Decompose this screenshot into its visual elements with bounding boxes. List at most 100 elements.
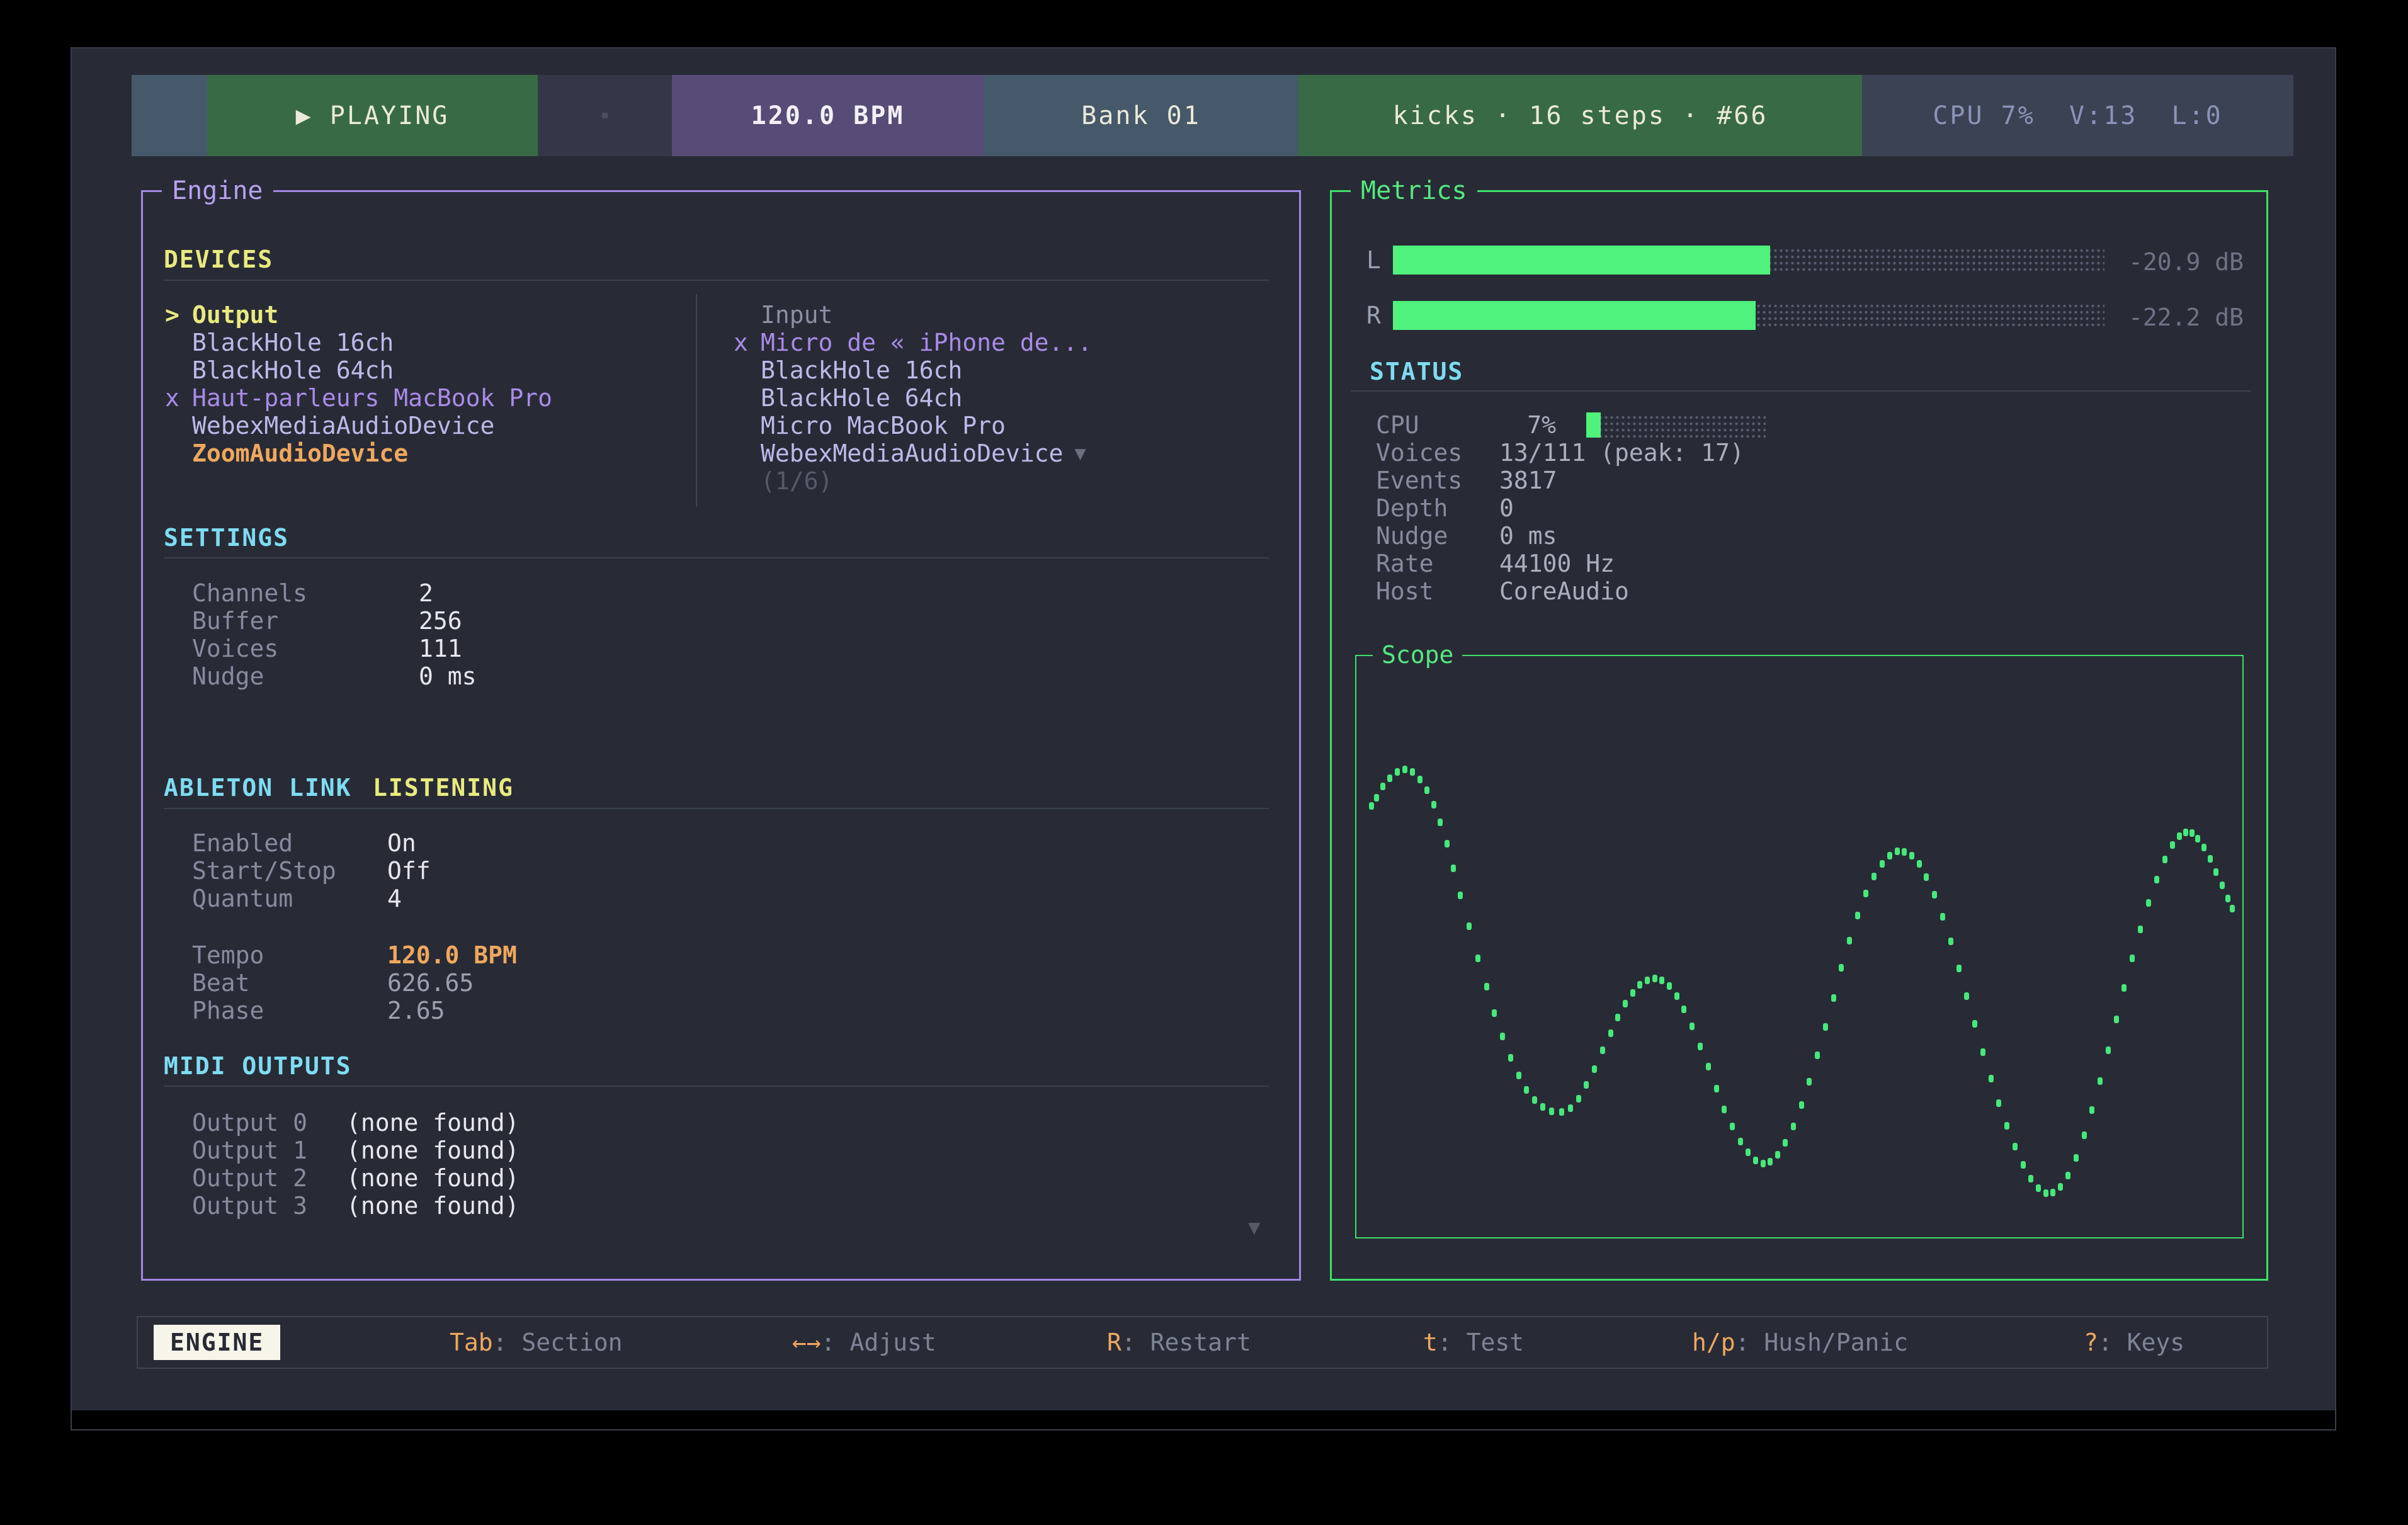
status-label: Depth xyxy=(1376,494,1499,522)
status-value: 0 xyxy=(1499,494,1514,522)
scope-sample-dot xyxy=(1880,860,1885,868)
scope-waveform xyxy=(1372,672,2232,1220)
topbar-segment-label: 120.0 BPM xyxy=(751,101,905,130)
active-tab-badge: ENGINE xyxy=(154,1325,280,1360)
scope-sample-dot xyxy=(2162,856,2167,863)
scope-sample-dot xyxy=(1839,964,1844,972)
scope-sample-dot xyxy=(1940,913,1945,921)
scope-sample-dot xyxy=(2106,1046,2111,1054)
scope-sample-dot xyxy=(1887,852,1892,859)
scope-sample-dot xyxy=(1815,1052,1820,1059)
engine-panel-title: Engine xyxy=(162,176,273,206)
shortcut-key: ←→ xyxy=(792,1329,821,1356)
shortcut-keys: ?: Keys xyxy=(2084,1329,2184,1356)
device-label: (1/6) xyxy=(761,467,832,495)
scope-sample-dot xyxy=(1847,937,1852,944)
midi-output-label: Output 3 xyxy=(192,1192,346,1220)
scope-sample-dot xyxy=(1871,873,1877,880)
setting-value: 2 xyxy=(419,579,433,607)
scope-sample-dot xyxy=(2114,1016,2119,1023)
setting-row: Nudge0 ms xyxy=(192,662,477,690)
scope-sample-dot xyxy=(2065,1172,2070,1179)
setting-row: Buffer256 xyxy=(192,607,477,635)
scope-sample-dot xyxy=(1681,1006,1686,1013)
meter-channel-label: L xyxy=(1366,246,1393,274)
scope-sample-dot xyxy=(2195,835,2200,842)
input-device-item[interactable]: Micro MacBook Pro xyxy=(734,412,1092,439)
device-label: WebexMediaAudioDevice xyxy=(192,412,494,439)
scope-sample-dot xyxy=(2004,1122,2009,1130)
scroll-more-icon[interactable]: ▼ xyxy=(1248,1215,1260,1239)
scope-sample-dot xyxy=(2058,1183,2063,1191)
output-device-item[interactable]: BlackHole 64ch xyxy=(165,356,552,384)
settings-section-header: SETTINGS xyxy=(164,524,289,552)
scope-sample-dot xyxy=(1722,1106,1727,1113)
link-setting-row: EnabledOn xyxy=(192,829,431,857)
status-value: 44100 Hz xyxy=(1499,550,1615,577)
input-device-item[interactable]: BlackHole 64ch xyxy=(734,384,1092,412)
shortcut-key: ? xyxy=(2084,1329,2098,1356)
status-rows: CPU7%Voices13/111 (peak: 17)Events3817De… xyxy=(1376,411,1766,605)
output-device-item[interactable]: >Output xyxy=(165,301,552,329)
input-device-item[interactable]: BlackHole 16ch xyxy=(734,356,1092,384)
app-window: ▶ PLAYING120.0 BPMBank 01kicks · 16 step… xyxy=(71,47,2336,1431)
scope-sample-dot xyxy=(1948,938,1953,945)
input-device-item: Input xyxy=(734,301,1092,329)
device-label: WebexMediaAudioDevice xyxy=(761,439,1063,467)
meter-fill xyxy=(1393,301,1756,330)
status-section-header: STATUS xyxy=(1370,358,1463,385)
scope-sample-dot xyxy=(1775,1151,1780,1159)
scope-sample-dot xyxy=(1369,802,1374,810)
status-row: CPU7% xyxy=(1376,411,1766,439)
meter-track xyxy=(1393,301,2104,330)
dropdown-arrow-icon[interactable]: ▼ xyxy=(1074,443,1086,465)
topbar-segment-bpm: 120.0 BPM xyxy=(672,75,984,156)
scope-sample-dot xyxy=(1380,783,1385,790)
ableton-link-header: ABLETON LINK xyxy=(164,774,352,802)
shortcut-description: : Hush/Panic xyxy=(1735,1329,1909,1356)
scope-sample-dot xyxy=(1799,1101,1804,1109)
input-device-item[interactable]: WebexMediaAudioDevice ▼ xyxy=(734,439,1092,467)
cpu-usage-bar xyxy=(1586,412,1766,438)
scope-sample-dot xyxy=(1667,982,1672,990)
scope-sample-dot xyxy=(1761,1160,1766,1167)
setting-value: 111 xyxy=(419,635,462,662)
status-label: Nudge xyxy=(1376,522,1499,550)
meter-channel-label: R xyxy=(1366,302,1393,329)
midi-outputs-header: MIDI OUTPUTS xyxy=(164,1052,352,1080)
topbar-segment-pattern: kicks · 16 steps · #66 xyxy=(1298,75,1862,156)
shortcut-description: : Adjust xyxy=(821,1329,936,1356)
output-device-item[interactable]: BlackHole 16ch xyxy=(165,329,552,356)
status-row: Rate44100 Hz xyxy=(1376,550,1766,577)
link-clock-row: Beat626.65 xyxy=(192,969,517,997)
divider xyxy=(164,280,1269,281)
scope-sample-dot xyxy=(1989,1075,1994,1082)
scope-sample-dot xyxy=(1568,1104,1573,1112)
output-device-item[interactable]: WebexMediaAudioDevice xyxy=(165,412,552,439)
scope-sample-dot xyxy=(1714,1085,1719,1092)
meter-row-l: L xyxy=(1366,246,2104,275)
midi-output-row: Output 1(none found) xyxy=(192,1137,520,1164)
scope-sample-dot xyxy=(2154,876,2159,883)
output-device-item[interactable]: ZoomAudioDevice xyxy=(165,439,552,467)
link-clock-label: Beat xyxy=(192,969,387,997)
scope-sample-dot xyxy=(2201,844,2206,851)
status-row: Events3817 xyxy=(1376,467,1766,494)
input-device-item[interactable]: xMicro de « iPhone de... xyxy=(734,329,1092,356)
scope-sample-dot xyxy=(1917,860,1922,868)
setting-row: Channels2 xyxy=(192,579,477,607)
output-device-item[interactable]: xHaut-parleurs MacBook Pro xyxy=(165,384,552,412)
cpu-usage-fill xyxy=(1586,412,1601,438)
scope-sample-dot xyxy=(1438,819,1443,826)
scope-sample-dot xyxy=(2028,1175,2033,1182)
scope-sample-dot xyxy=(1402,766,1407,773)
scope-sample-dot xyxy=(2183,829,2188,836)
scope-sample-dot xyxy=(2074,1154,2079,1162)
scope-sample-dot xyxy=(1374,794,1379,802)
shortcut-test: t: Test xyxy=(1423,1329,1524,1356)
scope-sample-dot xyxy=(1902,848,1907,856)
scope-sample-dot xyxy=(1492,1009,1497,1017)
metrics-panel-title: Metrics xyxy=(1351,176,1477,206)
scope-sample-dot xyxy=(1768,1158,1773,1165)
scope-sample-dot xyxy=(1909,852,1914,859)
